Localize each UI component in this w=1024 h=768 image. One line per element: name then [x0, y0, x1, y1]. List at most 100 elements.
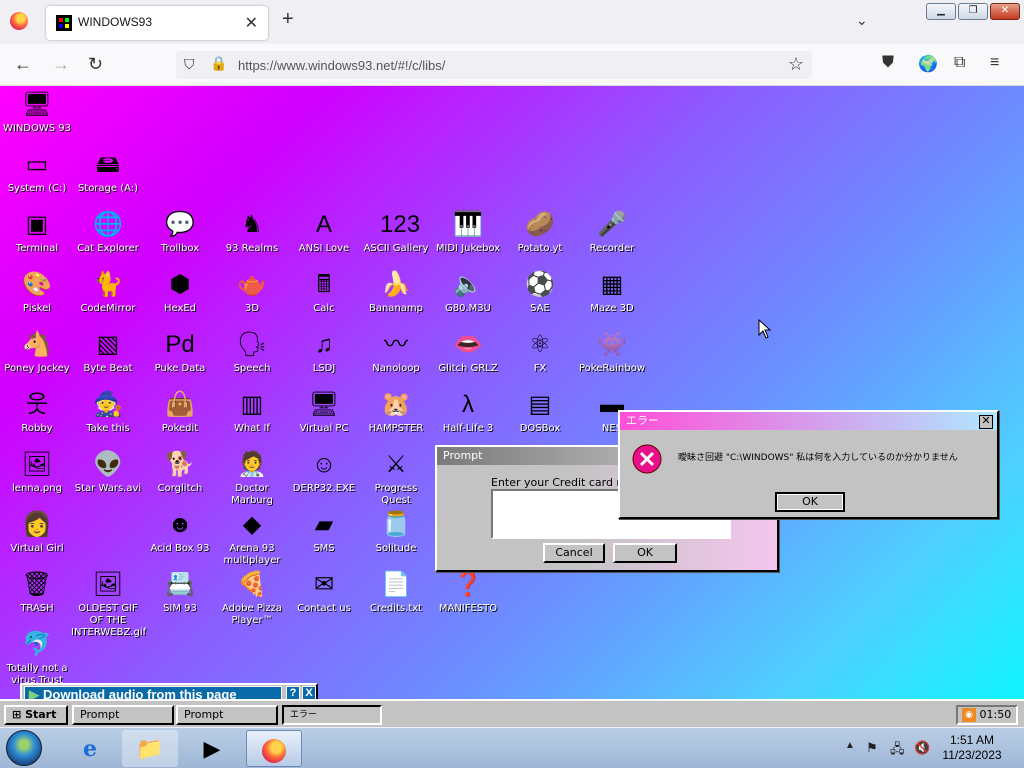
maximize-button[interactable]: ❐: [958, 3, 988, 20]
firefox-icon[interactable]: [10, 12, 28, 30]
desktop-icon-pokedit[interactable]: 👜 Pokedit: [143, 389, 217, 449]
desktop-icon-dosbox[interactable]: ▤ DOSBox: [503, 389, 577, 449]
desktop-icon-star-wars[interactable]: 👽 Star Wars.avi: [71, 449, 145, 509]
desktop-icon-cat-explorer[interactable]: 🌐 Cat Explorer: [71, 209, 145, 269]
extensions-puzzle-icon[interactable]: ⧉: [954, 54, 965, 72]
minimize-button[interactable]: ▁: [926, 3, 956, 20]
desktop-icon-lenna[interactable]: 🖼 lenna.png: [0, 449, 74, 509]
file-explorer-icon[interactable]: 📁: [122, 730, 178, 767]
desktop-icon-hampster[interactable]: 🐹 HAMPSTER: [359, 389, 433, 449]
bookmark-star-icon[interactable]: ☆: [788, 54, 804, 75]
desktop-icon-solitude[interactable]: 🫙 Solitude: [359, 509, 433, 569]
desktop-icon-speech[interactable]: 🗣 Speech: [215, 329, 289, 389]
desktop-icon-bananamp[interactable]: 🍌 Bananamp: [359, 269, 433, 329]
desktop-icon-sms[interactable]: ▰ SMS: [287, 509, 361, 569]
pocket-icon[interactable]: ⛊: [882, 54, 894, 72]
task-prompt-2[interactable]: Prompt: [176, 705, 278, 725]
media-player-icon[interactable]: ▶: [184, 730, 240, 767]
desktop-icon-fx[interactable]: ⚛ FX: [503, 329, 577, 389]
desktop-icon-storage-a[interactable]: 🖴 Storage (A:): [71, 149, 145, 209]
prompt-cancel-button[interactable]: Cancel: [543, 543, 605, 563]
desktop-icon-recorder[interactable]: 🎤 Recorder: [575, 209, 649, 269]
desktop-icon-take-this[interactable]: 🧙 Take this: [71, 389, 145, 449]
desktop-icon-byte-beat[interactable]: ▧ Byte Beat: [71, 329, 145, 389]
desktop-icon-oldest-gif[interactable]: 🖼 OLDEST GIF OF THE INTERWEBZ.gif: [71, 569, 146, 638]
forward-arrow-icon[interactable]: →: [52, 54, 70, 75]
desktop-icon-manifesto[interactable]: ❓ MANIFESTO: [431, 569, 505, 629]
desktop-icon-sae[interactable]: ⚽ SAE: [503, 269, 577, 329]
tray-overflow-icon[interactable]: ▲: [845, 740, 855, 751]
download-audio-button[interactable]: ▶ Download audio from this page: [24, 686, 282, 699]
desktop-icon-derp32[interactable]: ☺ DERP32.EXE: [287, 449, 361, 509]
windows-start-orb-icon[interactable]: [6, 730, 42, 766]
firefox-taskbar-icon[interactable]: [246, 730, 302, 767]
prompt-ok-button[interactable]: OK: [613, 543, 677, 563]
desktop-icon-terminal[interactable]: ▣ Terminal: [0, 209, 74, 269]
new-tab-icon[interactable]: +: [282, 8, 294, 31]
error-title-bar[interactable]: エラー: [620, 412, 997, 430]
desktop-icon-progress-quest[interactable]: ⚔ Progress Quest: [359, 449, 433, 509]
desktop-icon-system-c[interactable]: ▭ System (C:): [0, 149, 74, 209]
desktop-icon-sim93[interactable]: 📇 SIM 93: [143, 569, 217, 629]
error-ok-button[interactable]: OK: [775, 492, 845, 512]
tab-list-chevron-icon[interactable]: ⌄: [856, 12, 868, 29]
task-error[interactable]: エラー: [282, 705, 382, 725]
network-icon[interactable]: 🖧: [890, 740, 905, 762]
desktop-icon-nanoloop[interactable]: 〰 Nanoloop: [359, 329, 433, 389]
desktop-icon-virtual-pc[interactable]: 🖥 Virtual PC: [287, 389, 361, 449]
desktop-icon-trollbox[interactable]: 💬 Trollbox: [143, 209, 217, 269]
desktop-icon-93-realms[interactable]: ♞ 93 Realms: [215, 209, 289, 269]
w93-start-button[interactable]: ⊞ Start: [4, 705, 68, 725]
action-center-flag-icon[interactable]: ⚑: [866, 740, 878, 756]
desktop-icon-lsdj[interactable]: ♫ LSDJ: [287, 329, 361, 389]
back-arrow-icon[interactable]: ←: [14, 54, 32, 75]
error-close-button[interactable]: ✕: [979, 415, 993, 429]
reload-icon[interactable]: ↻: [88, 54, 103, 75]
desktop-icon-puke-data[interactable]: Pd Puke Data: [143, 329, 217, 389]
desktop-icon-half-life-3[interactable]: λ Half-Life 3: [431, 389, 505, 449]
desktop-icon-ansi-love[interactable]: A ANSI Love: [287, 209, 361, 269]
desktop-icon-codemirror[interactable]: 🐈 CodeMirror: [71, 269, 145, 329]
tracking-shield-icon[interactable]: ⛉: [184, 56, 195, 73]
desktop-icon-piskel[interactable]: 🎨 Piskel: [0, 269, 74, 329]
url-bar[interactable]: ⛉ 🔒 https://www.windows93.net/#!/c/libs/…: [176, 51, 812, 79]
download-close-button[interactable]: X: [302, 686, 316, 699]
url-text[interactable]: https://www.windows93.net/#!/c/libs/: [238, 58, 445, 73]
desktop-icon-what-if[interactable]: ▥ What If: [215, 389, 289, 449]
desktop-icon-maze-3d[interactable]: ▦ Maze 3D: [575, 269, 649, 329]
error-dialog[interactable]: エラー ✕ 曖昧さ回避 "C:\WINDOWS" 私は何を入力しているのか分かり…: [618, 410, 999, 519]
system-clock[interactable]: 1:51 AM 11/23/2023: [942, 733, 1002, 763]
desktop-icon-3d[interactable]: 🫖 3D: [215, 269, 289, 329]
browser-tab[interactable]: WINDOWS93 ✕: [46, 6, 268, 40]
tab-close-icon[interactable]: ✕: [245, 13, 258, 33]
desktop-icon-arena-93[interactable]: ◆ Arena 93 multiplayer: [215, 509, 289, 569]
desktop-icon-contact-us[interactable]: ✉ Contact us: [287, 569, 361, 629]
desktop-icon-corglitch[interactable]: 🐕 Corglitch: [143, 449, 217, 509]
desktop-icon-midi-jukebox[interactable]: 🎹 MIDI Jukebox: [431, 209, 505, 269]
desktop-icon-trash[interactable]: 🗑 TRASH: [0, 569, 74, 629]
desktop-icon-hexed[interactable]: ⬢ HexEd: [143, 269, 217, 329]
desktop-icon-calc[interactable]: 🖩 Calc: [287, 269, 361, 329]
desktop-icon-glitch-grlz[interactable]: 👄 Glitch GRLZ: [431, 329, 505, 389]
windows93-desktop[interactable]: 🖥 WINDOWS 93 ▭ System (C:) 🖴 Storage (A:) ▣ Ter…: [0, 86, 1024, 699]
desktop-icon-g80m3u[interactable]: 🔈 G80.M3U: [431, 269, 505, 329]
task-prompt-1[interactable]: Prompt: [72, 705, 174, 725]
desktop-icon-totally-not-virus[interactable]: 🐬 Totally not a virus.Trust: [0, 629, 74, 689]
desktop-icon-potato[interactable]: 🥔 Potato.yt: [503, 209, 577, 269]
volume-muted-icon[interactable]: 🔇: [914, 740, 930, 756]
desktop-icon-acid-box[interactable]: ☻ Acid Box 93: [143, 509, 217, 569]
internet-explorer-icon[interactable]: e: [62, 730, 118, 767]
lock-icon[interactable]: 🔒: [210, 55, 227, 72]
desktop-icon-ascii-gallery[interactable]: 123 ASCII Gallery: [359, 209, 433, 269]
desktop-icon-windows93[interactable]: 🖥 WINDOWS 93: [0, 89, 74, 149]
desktop-icon-pokerainbow[interactable]: 👾 PokeRainbow: [575, 329, 649, 389]
rss-icon[interactable]: ◉: [962, 708, 976, 722]
desktop-icon-doctor-marburg[interactable]: 🧑‍⚕️ Doctor Marburg: [215, 449, 289, 509]
desktop-icon-virtual-girl[interactable]: 👩 Virtual Girl: [0, 509, 74, 569]
desktop-icon-robby[interactable]: 웃 Robby: [0, 389, 74, 449]
menu-hamburger-icon[interactable]: ≡: [990, 54, 999, 72]
desktop-icon-poney-jockey[interactable]: 🐴 Poney Jockey: [0, 329, 74, 389]
extension-globe-icon[interactable]: 🌍: [918, 54, 938, 74]
download-help-button[interactable]: ?: [286, 686, 300, 699]
desktop-icon-credits[interactable]: 📄 Credits.txt: [359, 569, 433, 629]
